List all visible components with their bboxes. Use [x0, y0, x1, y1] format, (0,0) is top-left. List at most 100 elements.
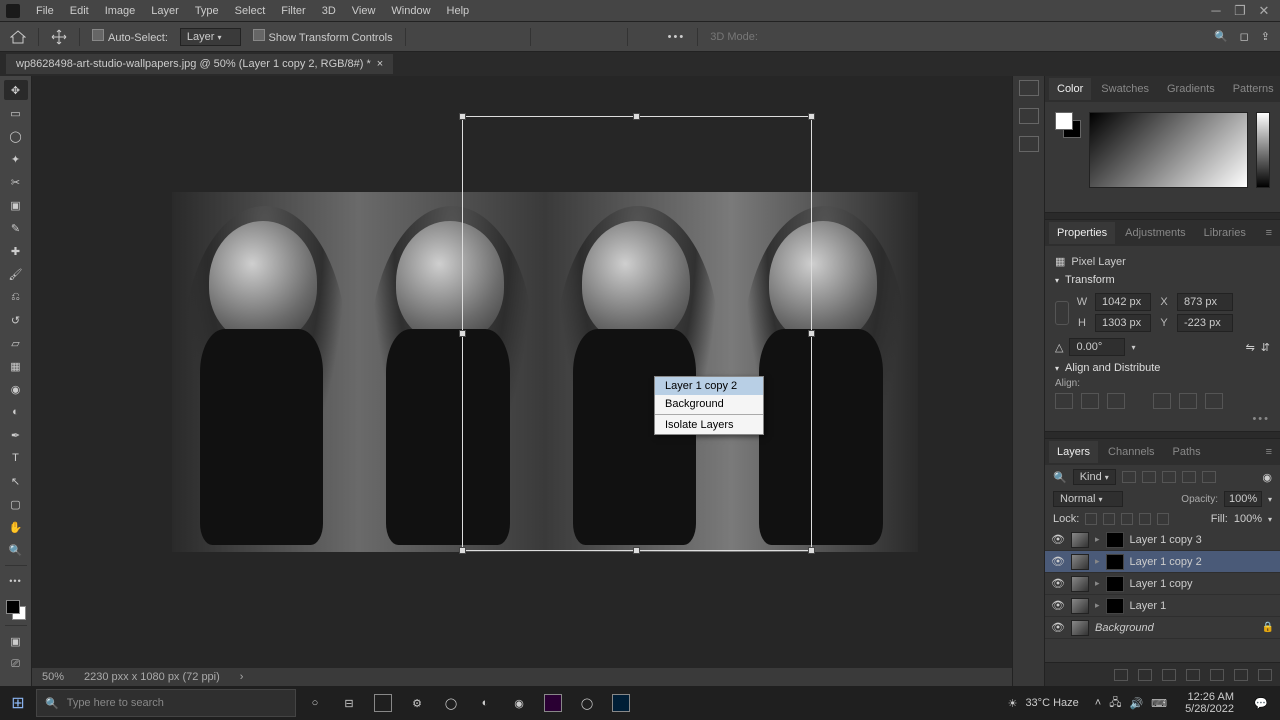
- share-icon[interactable]: ⇪: [1261, 30, 1270, 43]
- visibility-toggle[interactable]: 👁: [1051, 533, 1065, 546]
- visibility-toggle[interactable]: 👁: [1051, 555, 1065, 568]
- handle-top-mid[interactable]: [633, 113, 640, 120]
- align-bottom-button[interactable]: [1205, 393, 1223, 409]
- align-center-v-icon[interactable]: [571, 30, 587, 44]
- gradient-tool[interactable]: ▦: [4, 356, 28, 376]
- start-button[interactable]: ⊞: [4, 689, 32, 717]
- opacity-field[interactable]: 100%: [1224, 491, 1262, 507]
- layer-row[interactable]: 👁Background🔒: [1045, 617, 1280, 639]
- doc-info-caret[interactable]: ›: [240, 671, 244, 683]
- more-align-icon[interactable]: •••: [1055, 413, 1270, 425]
- context-item-isolate[interactable]: Isolate Layers: [655, 416, 763, 434]
- width-field[interactable]: 1042 px: [1095, 293, 1151, 311]
- visibility-toggle[interactable]: 👁: [1051, 621, 1065, 634]
- filter-type-icon[interactable]: [1162, 471, 1176, 483]
- color-swatch[interactable]: [6, 600, 26, 620]
- align-left-icon[interactable]: [418, 30, 434, 44]
- menu-filter[interactable]: Filter: [273, 2, 313, 20]
- doc-info[interactable]: 2230 pxx x 1080 px (72 ppi): [84, 671, 220, 683]
- shape-tool[interactable]: ▢: [4, 494, 28, 514]
- layer-mask-thumbnail[interactable]: [1106, 598, 1124, 614]
- move-tool-icon[interactable]: [51, 29, 67, 45]
- lock-transparency-icon[interactable]: [1085, 513, 1097, 525]
- x-field[interactable]: 873 px: [1177, 293, 1233, 311]
- dock-icon-3[interactable]: [1019, 136, 1039, 152]
- handle-top-left[interactable]: [459, 113, 466, 120]
- stamp-tool[interactable]: ⎌: [4, 287, 28, 307]
- layer-name[interactable]: Layer 1 copy: [1130, 578, 1193, 590]
- taskbar-search[interactable]: 🔍 Type here to search: [36, 689, 296, 717]
- menu-help[interactable]: Help: [439, 2, 478, 20]
- frame-tool[interactable]: ▣: [4, 195, 28, 215]
- color-picker[interactable]: [1089, 112, 1248, 188]
- notifications-icon[interactable]: 💬: [1246, 689, 1276, 717]
- lock-all-icon[interactable]: [1157, 513, 1169, 525]
- brightness-slider[interactable]: [1256, 112, 1270, 188]
- layer-mask-thumbnail[interactable]: [1106, 576, 1124, 592]
- menu-select[interactable]: Select: [227, 2, 274, 20]
- dodge-tool[interactable]: ◐: [4, 402, 28, 422]
- wand-tool[interactable]: ✦: [4, 149, 28, 169]
- layer-mask-thumbnail[interactable]: [1106, 532, 1124, 548]
- filter-pixel-icon[interactable]: [1122, 471, 1136, 483]
- tab-patterns[interactable]: Patterns: [1225, 78, 1280, 100]
- align-distribute-icon[interactable]: [502, 30, 518, 44]
- tab-libraries[interactable]: Libraries: [1196, 222, 1254, 244]
- add-mask-icon[interactable]: [1162, 669, 1176, 681]
- system-clock[interactable]: 12:26 AM 5/28/2022: [1177, 691, 1242, 715]
- new-group-icon[interactable]: [1210, 669, 1224, 681]
- chrome-icon[interactable]: ◯: [436, 689, 466, 717]
- path-tool[interactable]: ↖: [4, 471, 28, 491]
- align-top-button[interactable]: [1153, 393, 1171, 409]
- screen-mode-icon[interactable]: ⎚: [4, 654, 28, 674]
- context-item-background[interactable]: Background: [655, 395, 763, 413]
- maximize-button[interactable]: ❐: [1228, 2, 1252, 20]
- tab-layers[interactable]: Layers: [1049, 441, 1098, 463]
- lock-position-icon[interactable]: [1121, 513, 1133, 525]
- layer-row[interactable]: 👁▸Layer 1 copy 3: [1045, 529, 1280, 551]
- language-icon[interactable]: ⌨: [1151, 697, 1167, 710]
- lock-pixels-icon[interactable]: [1103, 513, 1115, 525]
- panel-menu-icon[interactable]: ≡: [1262, 227, 1276, 239]
- tray-chevron-icon[interactable]: ˄: [1095, 697, 1101, 709]
- document-tab[interactable]: wp8628498-art-studio-wallpapers.jpg @ 50…: [6, 54, 393, 74]
- layer-name[interactable]: Layer 1: [1130, 600, 1167, 612]
- menu-edit[interactable]: Edit: [62, 2, 97, 20]
- tab-paths[interactable]: Paths: [1165, 441, 1209, 463]
- cortana-icon[interactable]: ○: [300, 689, 330, 717]
- handle-top-right[interactable]: [808, 113, 815, 120]
- menu-type[interactable]: Type: [187, 2, 227, 20]
- close-button[interactable]: ✕: [1252, 2, 1276, 20]
- search-icon[interactable]: 🔍: [1214, 30, 1228, 43]
- layer-thumbnail[interactable]: [1071, 576, 1089, 592]
- tab-channels[interactable]: Channels: [1100, 441, 1162, 463]
- app-icon-2[interactable]: ◯: [572, 689, 602, 717]
- more-options-icon[interactable]: •••: [668, 31, 686, 43]
- visibility-toggle[interactable]: 👁: [1051, 577, 1065, 590]
- align-bottom-icon[interactable]: [599, 30, 615, 44]
- menu-file[interactable]: File: [28, 2, 62, 20]
- color-fg-bg-swatch[interactable]: [1055, 112, 1081, 138]
- minimize-button[interactable]: ─: [1204, 2, 1228, 20]
- menu-window[interactable]: Window: [383, 2, 438, 20]
- y-field[interactable]: -223 px: [1177, 314, 1233, 332]
- eyedropper-tool[interactable]: ✎: [4, 218, 28, 238]
- workspace-icon[interactable]: ◻: [1240, 30, 1249, 43]
- eraser-tool[interactable]: ▱: [4, 333, 28, 353]
- align-center-v-button[interactable]: [1179, 393, 1197, 409]
- settings-icon[interactable]: ⚙: [402, 689, 432, 717]
- context-item-layer1copy2[interactable]: Layer 1 copy 2: [655, 377, 763, 395]
- show-transform-checkbox[interactable]: Show Transform Controls: [253, 29, 393, 44]
- task-view-icon[interactable]: ⊟: [334, 689, 364, 717]
- layer-thumbnail[interactable]: [1071, 598, 1089, 614]
- dock-icon-2[interactable]: [1019, 108, 1039, 124]
- align-section-header[interactable]: ▾Align and Distribute: [1055, 362, 1270, 374]
- filter-adjust-icon[interactable]: [1142, 471, 1156, 483]
- menu-layer[interactable]: Layer: [143, 2, 187, 20]
- height-field[interactable]: 1303 px: [1095, 314, 1151, 332]
- layer-thumbnail[interactable]: [1071, 532, 1089, 548]
- home-button[interactable]: [10, 30, 26, 44]
- tab-properties[interactable]: Properties: [1049, 222, 1115, 244]
- align-center-h-button[interactable]: [1081, 393, 1099, 409]
- new-layer-icon[interactable]: [1234, 669, 1248, 681]
